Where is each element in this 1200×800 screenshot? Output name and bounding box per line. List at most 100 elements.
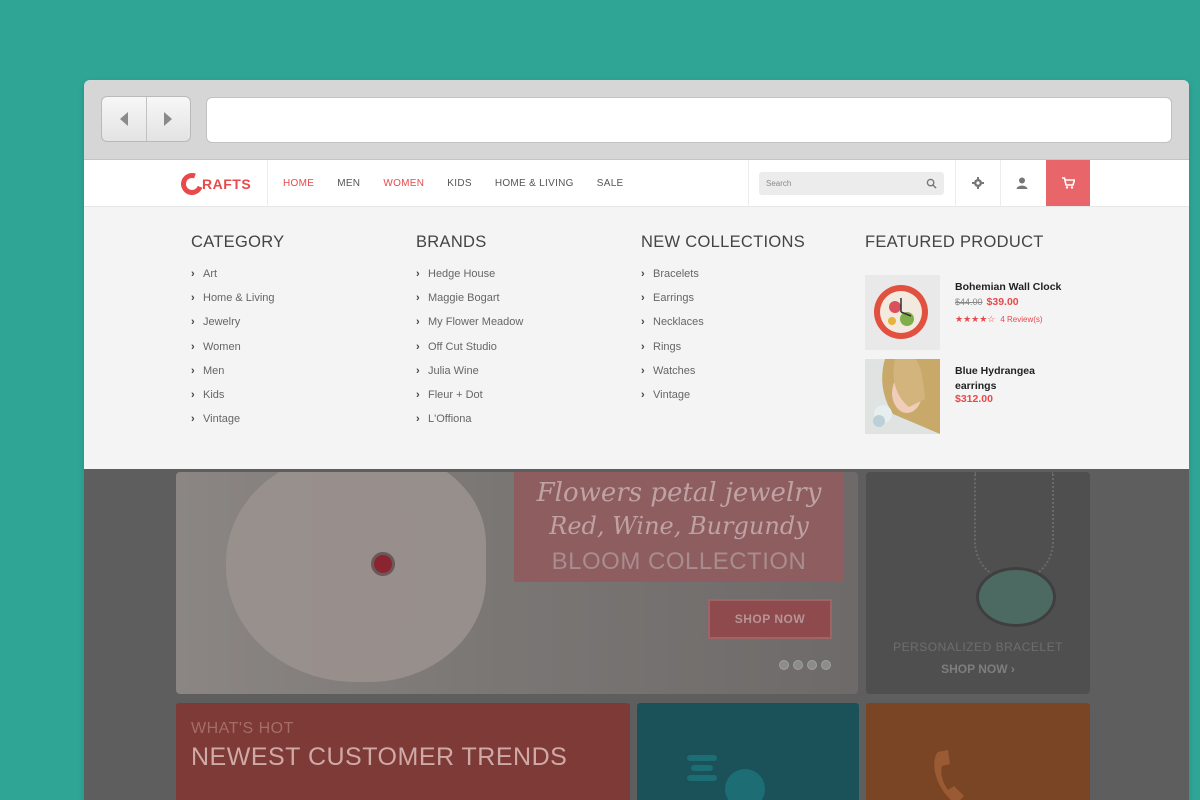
chevron-right-icon: › [191,413,195,426]
mega-menu: CATEGORY › Art › Home & Living › Jewelry › W… [84,207,1189,469]
savings-tile[interactable] [637,703,859,800]
address-bar[interactable] [206,97,1172,143]
hero-collection: BLOOM COLLECTION [551,548,807,575]
product-name[interactable]: Blue Hydrangea earrings [955,364,1065,394]
product-thumbnail[interactable] [865,359,940,434]
featured-product[interactable]: Bohemian Wall Clock $44.00 $39.00 ★★★★☆ 4… [865,275,1095,351]
product-price: $312.00 [955,393,993,405]
menu-item[interactable]: › Vintage [641,389,805,413]
menu-item-label: Bracelets [653,268,699,280]
menu-item-label: Jewelry [203,316,241,329]
nav-item-sale[interactable]: SALE [597,178,624,189]
forward-button[interactable] [145,97,191,141]
history-buttons [101,96,191,142]
old-price: $44.00 [955,297,983,307]
logo-text: RAFTS [202,176,252,192]
review-count[interactable]: 4 Review(s) [1000,315,1042,324]
hero-slider[interactable]: Flowers petal jewelry Red, Wine, Burgund… [176,472,858,694]
chevron-right-icon: › [416,292,420,305]
featured-column: FEATURED PRODUCT [865,233,1044,252]
menu-item-label: Art [203,268,218,280]
phone-icon [934,750,964,800]
menu-item[interactable]: › Vintage [191,413,284,437]
chevron-right-icon: › [191,364,195,377]
menu-item[interactable]: › My Flower Meadow [416,316,523,340]
chevron-right-icon: › [191,388,195,401]
hero-subtitle: Red, Wine, Burgundy [549,512,809,540]
gear-icon[interactable] [971,176,985,190]
menu-item[interactable]: › Jewelry [191,316,284,340]
product-rating: ★★★★☆ 4 Review(s) [955,314,1043,325]
contact-tile[interactable] [866,703,1090,800]
user-icon[interactable] [1015,176,1029,190]
menu-item[interactable]: › Necklaces [641,316,805,340]
chevron-right-icon: › [641,388,645,401]
product-name[interactable]: Bohemian Wall Clock [955,280,1065,295]
browser-window: RAFTS HOME MEN WOMEN KIDS HOME & LIVING … [84,80,1189,800]
ring-image [371,552,395,576]
column-title: BRANDS [416,233,487,251]
menu-item[interactable]: › L'Offiona [416,413,523,437]
search-icon[interactable] [926,178,937,189]
menu-item-label: Home & Living [203,292,275,305]
chevron-right-icon: › [191,316,195,329]
menu-item[interactable]: › Art [191,268,284,292]
slide-dot[interactable] [821,660,831,670]
chevron-right-icon: › [641,292,645,305]
menu-item[interactable]: › Maggie Bogart [416,292,523,316]
chevron-right-icon: › [641,268,645,280]
menu-item[interactable]: › Men [191,365,284,389]
cart-icon [1061,177,1075,189]
menu-item-label: Fleur + Dot [428,388,483,401]
site-header: RAFTS HOME MEN WOMEN KIDS HOME & LIVING … [84,160,1189,207]
chevron-right-icon: › [191,292,195,305]
menu-item[interactable]: › Home & Living [191,292,284,316]
page-viewport: RAFTS HOME MEN WOMEN KIDS HOME & LIVING … [84,160,1189,800]
menu-item[interactable]: › Watches [641,365,805,389]
slide-dot[interactable] [793,660,803,670]
nav-item-men[interactable]: MEN [337,178,360,189]
divider [267,160,268,207]
menu-item[interactable]: › Women [191,341,284,365]
menu-item[interactable]: › Hedge House [416,268,523,292]
column-title: NEW COLLECTIONS [641,233,806,251]
nav-item-home-living[interactable]: HOME & LIVING [495,178,574,189]
cart-button[interactable] [1046,160,1090,206]
menu-item[interactable]: › Rings [641,341,805,365]
chevron-right-icon: › [416,388,420,401]
menu-item-label: Maggie Bogart [428,292,500,305]
hero-image-hand [226,472,486,682]
promo-shop-link[interactable]: SHOP NOW › [866,662,1090,676]
menu-item[interactable]: › Kids [191,389,284,413]
slide-dot[interactable] [779,660,789,670]
search-input[interactable] [759,172,944,195]
featured-product[interactable]: Blue Hydrangea earrings $312.00 [865,359,1095,435]
back-button[interactable] [102,97,146,141]
slide-dot[interactable] [807,660,817,670]
search-box [759,172,944,195]
divider [955,160,956,207]
menu-item[interactable]: › Off Cut Studio [416,341,523,365]
collections-column: NEW COLLECTIONS › Bracelets › Earrings › Ne… [641,233,805,413]
nav-item-kids[interactable]: KIDS [447,178,472,189]
hero-caption: Flowers petal jewelry Red, Wine, Burgund… [514,472,844,582]
menu-item[interactable]: › Fleur + Dot [416,389,523,413]
site-logo[interactable]: RAFTS [177,169,252,199]
pendant-image [976,567,1056,627]
menu-item[interactable]: › Julia Wine [416,365,523,389]
nav-item-home[interactable]: HOME [283,178,314,189]
menu-item-label: Earrings [653,292,694,305]
product-thumbnail[interactable] [865,275,940,350]
menu-item[interactable]: › Earrings [641,292,805,316]
chevron-right-icon: › [641,340,645,353]
necklace-chain-image [974,472,1054,582]
whats-hot-tile[interactable]: WHAT'S HOT NEWEST CUSTOMER TRENDS [176,703,630,800]
nav-item-women[interactable]: WOMEN [383,178,424,189]
divider [748,160,749,207]
browser-toolbar [84,80,1189,160]
shop-now-button[interactable]: SHOP NOW [708,599,832,639]
sale-price: $312.00 [955,393,993,405]
star-rating-icon: ★★★★☆ [955,314,996,324]
menu-item[interactable]: › Bracelets [641,268,805,292]
bracelet-promo[interactable]: PERSONALIZED BRACELET SHOP NOW › [866,472,1090,694]
